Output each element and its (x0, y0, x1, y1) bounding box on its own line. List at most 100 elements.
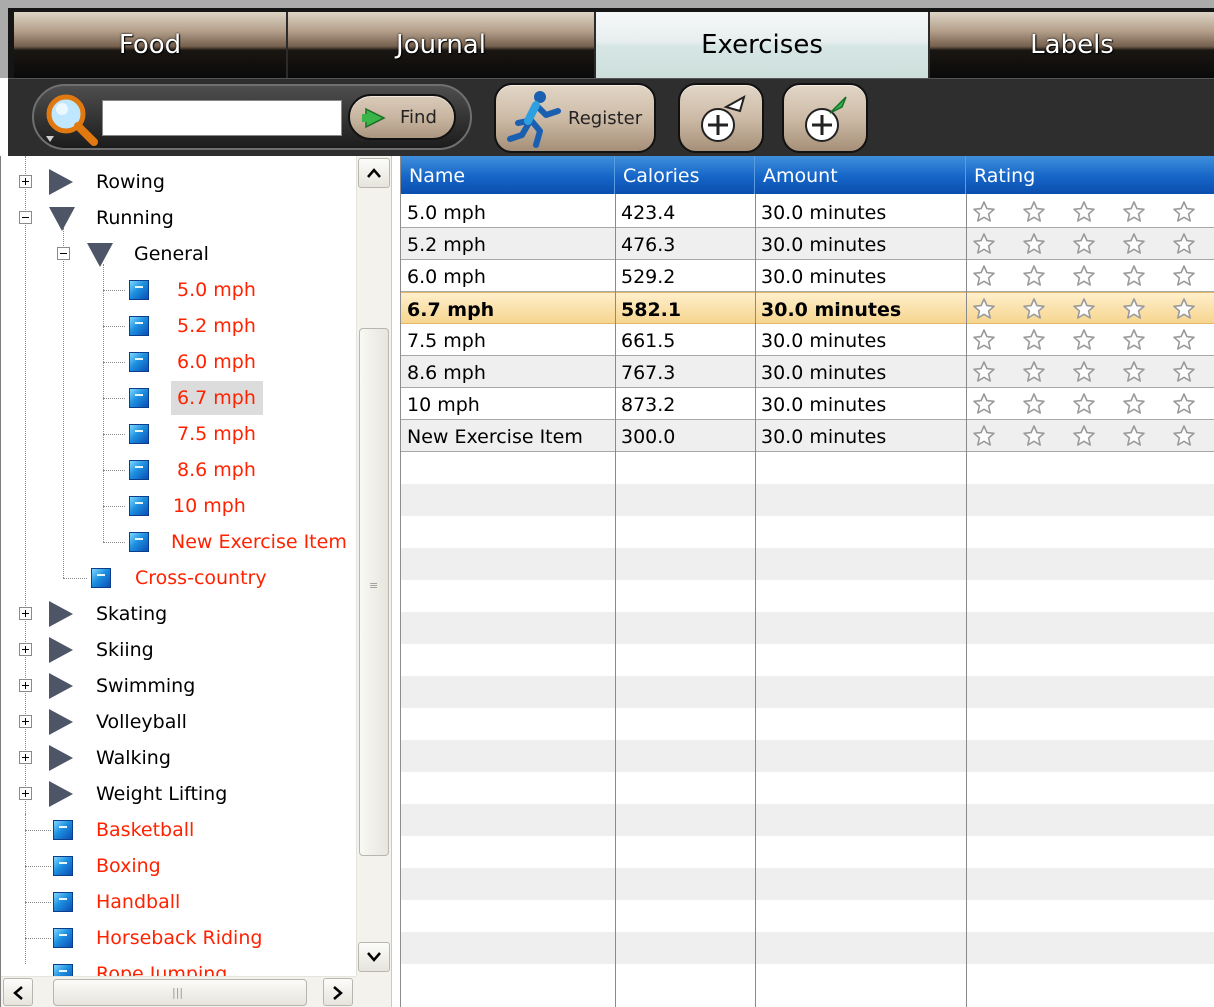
expand-icon[interactable] (19, 715, 32, 728)
rating-star-icon[interactable] (972, 200, 996, 224)
rating-star-icon[interactable] (1022, 360, 1046, 384)
tab-food[interactable]: Food (14, 12, 288, 78)
register-button[interactable]: Register (494, 83, 656, 153)
expand-icon[interactable] (19, 787, 32, 800)
tree-horizontal-scrollbar[interactable]: ||| (1, 976, 356, 1007)
rating-star-icon[interactable] (1072, 297, 1096, 321)
table-row[interactable]: 8.6 mph 767.3 30.0 minutes (401, 356, 1214, 388)
collapse-icon[interactable] (19, 211, 32, 224)
scroll-left-button[interactable] (3, 978, 33, 1006)
rating-star-icon[interactable] (1072, 328, 1096, 352)
tree-item[interactable]: Boxing (1, 848, 341, 884)
rating-star-icon[interactable] (1022, 392, 1046, 416)
rating-star-icon[interactable] (1122, 264, 1146, 288)
table-row[interactable]: 6.0 mph 529.2 30.0 minutes (401, 260, 1214, 292)
rating-star-icon[interactable] (972, 328, 996, 352)
rating-star-icon[interactable] (1172, 424, 1196, 448)
expand-icon[interactable] (19, 607, 32, 620)
table-row[interactable]: 10 mph 873.2 30.0 minutes (401, 388, 1214, 420)
scroll-thumb[interactable]: ||| (53, 979, 307, 1006)
rating-star-icon[interactable] (972, 264, 996, 288)
tree-group-skiing[interactable]: Skiing (1, 632, 341, 668)
rating-star-icon[interactable] (1172, 200, 1196, 224)
add-food-button[interactable] (678, 83, 764, 153)
rating-star-icon[interactable] (1022, 232, 1046, 256)
tree-item[interactable]: 8.6 mph (1, 452, 341, 488)
tree-item-partial[interactable]: Rope Jumping (1, 956, 341, 976)
expand-icon[interactable] (19, 679, 32, 692)
tree-vertical-scrollbar[interactable]: ≡ (356, 156, 391, 976)
tree-group-volleyball[interactable]: Volleyball (1, 704, 341, 740)
column-header-calories[interactable]: Calories (615, 156, 755, 194)
tree-group-running[interactable]: Running (1, 200, 341, 236)
rating-star-icon[interactable] (972, 360, 996, 384)
rating-star-icon[interactable] (1022, 424, 1046, 448)
tree-item[interactable]: New Exercise Item (1, 524, 353, 560)
collapse-icon[interactable] (57, 247, 70, 260)
tree-group-rowing[interactable]: Rowing (1, 164, 341, 200)
search-input[interactable] (102, 100, 342, 136)
tree-item[interactable]: 5.0 mph (1, 272, 341, 308)
rating-star-icon[interactable] (1172, 360, 1196, 384)
rating-star-icon[interactable] (972, 424, 996, 448)
tree-item[interactable]: Handball (1, 884, 341, 920)
cell-rating[interactable] (966, 196, 1214, 228)
rating-star-icon[interactable] (1022, 264, 1046, 288)
cell-rating[interactable] (966, 324, 1214, 356)
scroll-thumb[interactable]: ≡ (359, 328, 389, 856)
column-header-name[interactable]: Name (401, 156, 615, 194)
tab-labels[interactable]: Labels (930, 12, 1214, 78)
tree-group-general[interactable]: General (1, 236, 341, 272)
scroll-right-button[interactable] (323, 978, 353, 1006)
table-row[interactable]: 6.7 mph 582.1 30.0 minutes (401, 292, 1214, 324)
rating-star-icon[interactable] (1022, 297, 1046, 321)
rating-star-icon[interactable] (1072, 360, 1096, 384)
tree-item[interactable]: Basketball (1, 812, 341, 848)
tab-exercises[interactable]: Exercises (596, 12, 930, 78)
tree-item[interactable]: 6.0 mph (1, 344, 341, 380)
tree-item[interactable]: Horseback Riding (1, 920, 341, 956)
cell-rating[interactable] (966, 356, 1214, 388)
cell-rating[interactable] (966, 260, 1214, 292)
tree-item[interactable]: Cross-country (1, 560, 341, 596)
cell-rating[interactable] (966, 293, 1214, 325)
rating-star-icon[interactable] (1072, 264, 1096, 288)
column-header-rating[interactable]: Rating (966, 156, 1214, 194)
tree-item-selected[interactable]: 6.7 mph (1, 380, 341, 416)
rating-star-icon[interactable] (1022, 328, 1046, 352)
rating-star-icon[interactable] (1172, 264, 1196, 288)
rating-star-icon[interactable] (1072, 392, 1096, 416)
expand-icon[interactable] (19, 175, 32, 188)
table-row[interactable]: New Exercise Item 300.0 30.0 minutes (401, 420, 1214, 452)
rating-star-icon[interactable] (1172, 297, 1196, 321)
tab-journal[interactable]: Journal (288, 12, 596, 78)
tree-item[interactable]: 7.5 mph (1, 416, 341, 452)
table-row[interactable]: 5.2 mph 476.3 30.0 minutes (401, 228, 1214, 260)
rating-star-icon[interactable] (1122, 424, 1146, 448)
tree-item[interactable]: 10 mph (1, 488, 341, 524)
rating-star-icon[interactable] (972, 232, 996, 256)
find-button[interactable]: Find (348, 94, 456, 140)
rating-star-icon[interactable] (1172, 392, 1196, 416)
rating-star-icon[interactable] (1072, 424, 1096, 448)
rating-star-icon[interactable] (1122, 200, 1146, 224)
column-header-amount[interactable]: Amount (755, 156, 966, 194)
expand-icon[interactable] (19, 643, 32, 656)
rating-star-icon[interactable] (1122, 392, 1146, 416)
cell-rating[interactable] (966, 228, 1214, 260)
tree-item[interactable]: 5.2 mph (1, 308, 341, 344)
expand-icon[interactable] (19, 751, 32, 764)
search-icon[interactable] (44, 92, 98, 146)
tree-group-weight-lifting[interactable]: Weight Lifting (1, 776, 341, 812)
table-row[interactable]: 7.5 mph 661.5 30.0 minutes (401, 324, 1214, 356)
rating-star-icon[interactable] (1122, 328, 1146, 352)
cell-rating[interactable] (966, 388, 1214, 420)
rating-star-icon[interactable] (1172, 232, 1196, 256)
rating-star-icon[interactable] (1072, 200, 1096, 224)
tree-group-walking[interactable]: Walking (1, 740, 341, 776)
cell-rating[interactable] (966, 420, 1214, 452)
tree-group-skating[interactable]: Skating (1, 596, 341, 632)
tree-group-swimming[interactable]: Swimming (1, 668, 341, 704)
rating-star-icon[interactable] (1122, 232, 1146, 256)
add-exercise-button[interactable] (782, 83, 868, 153)
